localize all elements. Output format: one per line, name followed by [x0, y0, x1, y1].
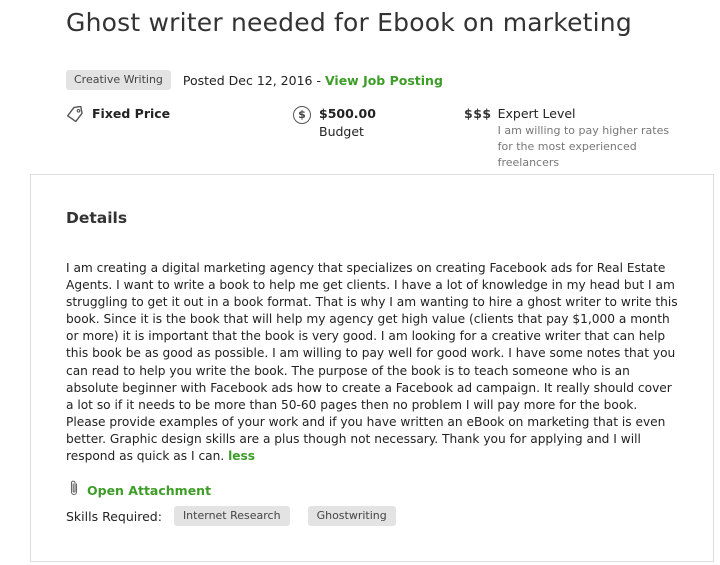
attachment-row[interactable]: Open Attachment — [69, 479, 211, 501]
posted-info: Posted Dec 12, 2016 - View Job Posting — [183, 73, 443, 88]
category-badge[interactable]: Creative Writing — [66, 70, 171, 90]
skill-chip[interactable]: Internet Research — [173, 506, 290, 526]
budget-info: $ $500.00 Budget — [293, 106, 376, 139]
experience-level-info: $$$ Expert Level I am willing to pay hig… — [464, 106, 673, 171]
budget-label: Budget — [319, 124, 364, 139]
budget-amount: $500.00 — [319, 106, 376, 121]
price-tag-icon — [66, 106, 84, 122]
level-title: Expert Level — [497, 106, 576, 121]
paperclip-icon — [69, 479, 79, 501]
posted-date: Posted Dec 12, 2016 - — [182, 72, 325, 88]
less-link[interactable]: less — [228, 449, 255, 463]
level-dollar-signs: $$$ — [464, 106, 492, 121]
price-type-label: Fixed Price — [92, 106, 171, 121]
level-description: I am willing to pay higher rates for the… — [497, 124, 670, 169]
open-attachment-link[interactable]: Open Attachment — [87, 483, 211, 498]
details-heading: Details — [66, 209, 128, 227]
job-description: I am creating a digital marketing agency… — [66, 260, 678, 465]
skills-row: Skills Required: Internet Research Ghost… — [66, 506, 414, 526]
description-text: I am creating a digital marketing agency… — [66, 261, 678, 464]
job-title: Ghost writer needed for Ebook on marketi… — [66, 8, 632, 37]
job-meta: Creative Writing Posted Dec 12, 2016 - V… — [66, 70, 443, 90]
view-job-posting-link[interactable]: View Job Posting — [325, 73, 443, 88]
price-type-info: Fixed Price — [66, 106, 170, 122]
dollar-circle-icon: $ — [293, 106, 311, 124]
details-card: Details I am creating a digital marketin… — [30, 174, 714, 562]
skills-label: Skills Required: — [66, 508, 162, 524]
skill-chip[interactable]: Ghostwriting — [307, 506, 396, 526]
